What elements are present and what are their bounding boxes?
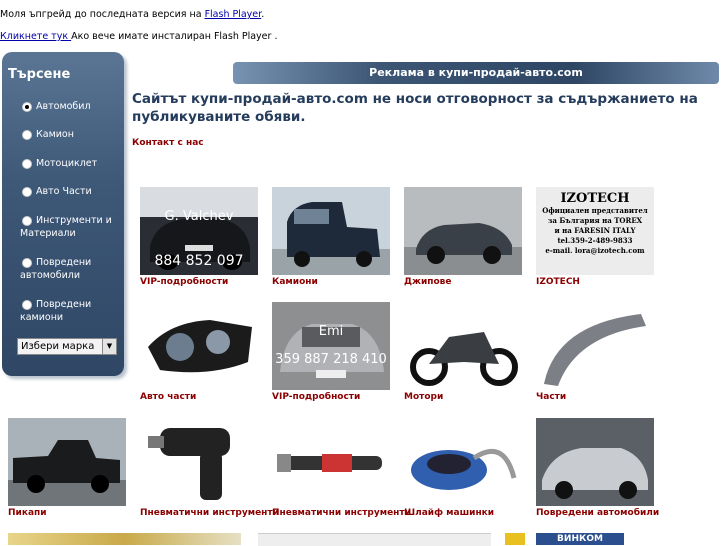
radio-auto-parts[interactable]: Авто Части <box>20 185 120 198</box>
truck-photo[interactable] <box>272 187 390 275</box>
tile-caption[interactable]: Пневматични инструменти <box>140 508 279 518</box>
tile-caption[interactable]: Пикапи <box>8 508 126 518</box>
tile-vip-valchev[interactable]: G. Valchev 884 852 097 VIP-подробности <box>140 187 258 287</box>
radio-damaged-trucks[interactable]: Повредени камиони <box>20 298 120 324</box>
radio-tools[interactable]: Инструменти и Материали <box>20 214 120 240</box>
tile-pneumatic-1[interactable]: Пневматични инструменти <box>140 418 279 518</box>
tile-caption[interactable]: VIP-подробности <box>140 277 258 287</box>
tile-jeeps[interactable]: Джипове <box>404 187 522 287</box>
radio-label: Инструменти и Материали <box>20 215 112 239</box>
vip-name-overlay: Emi <box>318 324 344 339</box>
izotech-line: и на FARESIN ITALY <box>554 226 636 235</box>
radio-button[interactable] <box>22 300 32 310</box>
izotech-line: e-mail. lora@izotech.com <box>545 246 645 255</box>
vip-phone-overlay: 884 852 097 <box>154 253 244 269</box>
brand-select[interactable]: Избери марка ▼ <box>17 338 117 355</box>
ratchet-photo[interactable] <box>272 418 390 506</box>
radio-button[interactable] <box>22 159 32 169</box>
flash-upgrade-note: Моля ъпгрейд до последната версия на Fla… <box>0 9 264 20</box>
izotech-line: tel.359-2-489-9833 <box>557 236 633 245</box>
tile-parts[interactable]: Части <box>536 302 654 402</box>
tile-caption[interactable]: Джипове <box>404 277 522 287</box>
vip-name-overlay: G. Valchev <box>164 209 234 224</box>
flash-player-link[interactable]: Flash Player <box>205 9 262 20</box>
tile-trucks[interactable]: Камиони <box>272 187 390 287</box>
disclaimer-headline: Сайтът купи-продай-авто.com не носи отго… <box>132 91 698 125</box>
tile-caption[interactable]: VIP-подробности <box>272 392 390 402</box>
tile-caption[interactable]: Камиони <box>272 277 390 287</box>
izotech-line: Официален представител <box>542 206 648 215</box>
radio-truck[interactable]: Камион <box>20 128 120 141</box>
radio-button[interactable] <box>22 130 32 140</box>
radio-button[interactable] <box>22 258 32 268</box>
bottom-ad-strip[interactable] <box>505 533 525 545</box>
headlight-photo[interactable] <box>140 302 258 390</box>
motorcycle-photo[interactable] <box>404 302 522 390</box>
flash-note-end: . <box>261 9 265 20</box>
tile-auto-parts[interactable]: Авто части <box>140 302 258 402</box>
bottom-ad-strip[interactable] <box>258 533 491 546</box>
suv-photo[interactable] <box>404 187 522 275</box>
search-sidebar: Търсене Автомобил Камион Мотоциклет Авто… <box>2 52 124 376</box>
radio-label: Авто Части <box>36 186 92 197</box>
tile-caption[interactable]: Мотори <box>404 392 522 402</box>
tile-caption[interactable]: IZOTECH <box>536 277 654 287</box>
tile-caption[interactable]: Части <box>536 392 654 402</box>
radio-motorcycle[interactable]: Мотоциклет <box>20 157 120 170</box>
car-photo[interactable]: Emi 359 887 218 410 <box>272 302 390 390</box>
sidebar-title: Търсене <box>8 67 71 82</box>
izotech-ad[interactable]: IZOTECH Официален представител за Българ… <box>536 187 654 275</box>
flash-note-text: Моля ъпгрейд до последната версия на <box>0 9 205 20</box>
radio-label: Повредени камиони <box>20 299 92 323</box>
radio-label: Автомобил <box>36 101 91 112</box>
vip-phone-overlay: 359 887 218 410 <box>275 352 387 367</box>
impact-wrench-photo[interactable] <box>140 418 258 506</box>
tile-caption[interactable]: Повредени автомобили <box>536 508 659 518</box>
tile-caption[interactable]: Пневматични инструменти <box>272 508 411 518</box>
bottom-ad-strip[interactable] <box>8 533 241 545</box>
car-photo[interactable]: G. Valchev 884 852 097 <box>140 187 258 275</box>
advertising-banner[interactable]: Реклама в купи-продай-авто.com <box>233 62 719 84</box>
sander-photo[interactable] <box>404 418 522 506</box>
contact-link[interactable]: Контакт с нас <box>132 138 204 148</box>
tile-damaged-cars[interactable]: Повредени автомобили <box>536 418 659 518</box>
vinkom-logo[interactable]: ВИНКОМ <box>536 533 624 545</box>
radio-button[interactable] <box>22 102 32 112</box>
flash-install-note: Кликнете тук Ако вече имате инсталиран F… <box>0 31 277 42</box>
tile-izotech[interactable]: IZOTECH Официален представител за Българ… <box>536 187 654 287</box>
izotech-line: за България на TOREX <box>547 216 643 225</box>
radio-button[interactable] <box>22 187 32 197</box>
pickup-photo[interactable] <box>8 418 126 506</box>
radio-label: Камион <box>36 129 74 140</box>
tile-motorcycles[interactable]: Мотори <box>404 302 522 402</box>
radio-button[interactable] <box>22 216 32 226</box>
tile-caption[interactable]: Авто части <box>140 392 258 402</box>
chevron-down-icon[interactable]: ▼ <box>102 339 116 354</box>
radio-label: Мотоциклет <box>36 158 98 169</box>
tile-pneumatic-2[interactable]: Пневматични инструменти <box>272 418 411 518</box>
damaged-car-photo[interactable] <box>536 418 654 506</box>
tile-caption[interactable]: Шлайф машинки <box>404 508 522 518</box>
radio-car[interactable]: Автомобил <box>20 100 120 113</box>
tile-pickups[interactable]: Пикапи <box>8 418 126 518</box>
brand-select-value: Избери марка <box>21 341 95 352</box>
izotech-title: IZOTECH <box>560 191 630 206</box>
radio-label: Повредени автомобили <box>20 257 92 281</box>
flash-install-text: Ако вече имате инсталиран Flash Player . <box>71 31 278 42</box>
tile-vip-emi[interactable]: Emi 359 887 218 410 VIP-подробности <box>272 302 390 402</box>
radio-damaged-cars[interactable]: Повредени автомобили <box>20 256 120 282</box>
fender-photo[interactable] <box>536 302 654 390</box>
tile-sanders[interactable]: Шлайф машинки <box>404 418 522 518</box>
click-here-link[interactable]: Кликнете тук <box>0 31 71 42</box>
